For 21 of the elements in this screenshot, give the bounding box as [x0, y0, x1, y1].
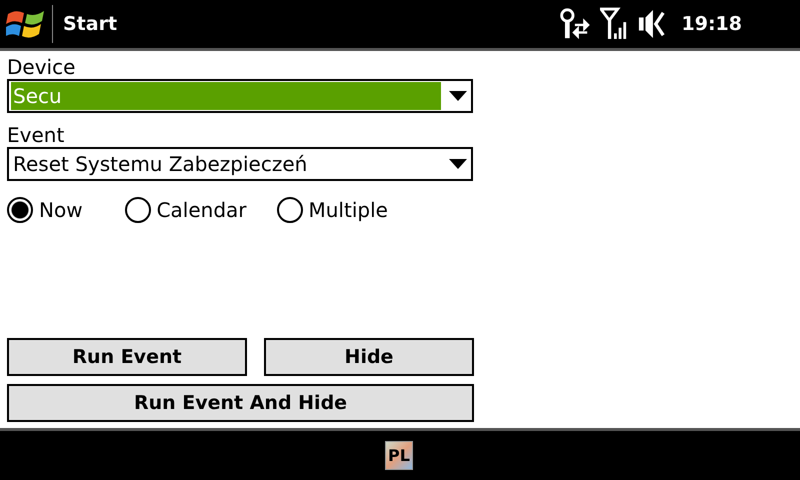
caret-icon[interactable] — [449, 159, 467, 169]
radio-label[interactable]: Multiple — [308, 198, 388, 222]
radio-button[interactable] — [7, 197, 33, 223]
action-button[interactable]: Hide — [264, 338, 474, 376]
radio-label[interactable]: Now — [39, 198, 83, 222]
radio-label[interactable]: Calendar — [156, 198, 246, 222]
caret-icon[interactable] — [449, 91, 467, 101]
window-title[interactable]: Start — [63, 13, 118, 35]
signal-icon[interactable] — [600, 7, 628, 41]
radio-button[interactable] — [276, 197, 302, 223]
field-label: Device — [7, 55, 76, 79]
dropdown-value: Reset Systemu Zabezpieczeń — [12, 151, 308, 178]
radio-button[interactable] — [124, 197, 151, 223]
dropdown-value: Secu — [11, 82, 441, 110]
speaker-muted-icon[interactable] — [638, 7, 666, 41]
dropdown[interactable]: Reset Systemu Zabezpieczeń — [7, 147, 473, 181]
field-label: Event — [7, 123, 66, 147]
clock-time[interactable]: 19:18 — [682, 13, 742, 35]
action-button[interactable]: Run Event — [7, 338, 247, 376]
input-language-indicator[interactable]: PL — [385, 441, 413, 470]
action-button[interactable]: Run Event And Hide — [7, 384, 474, 422]
